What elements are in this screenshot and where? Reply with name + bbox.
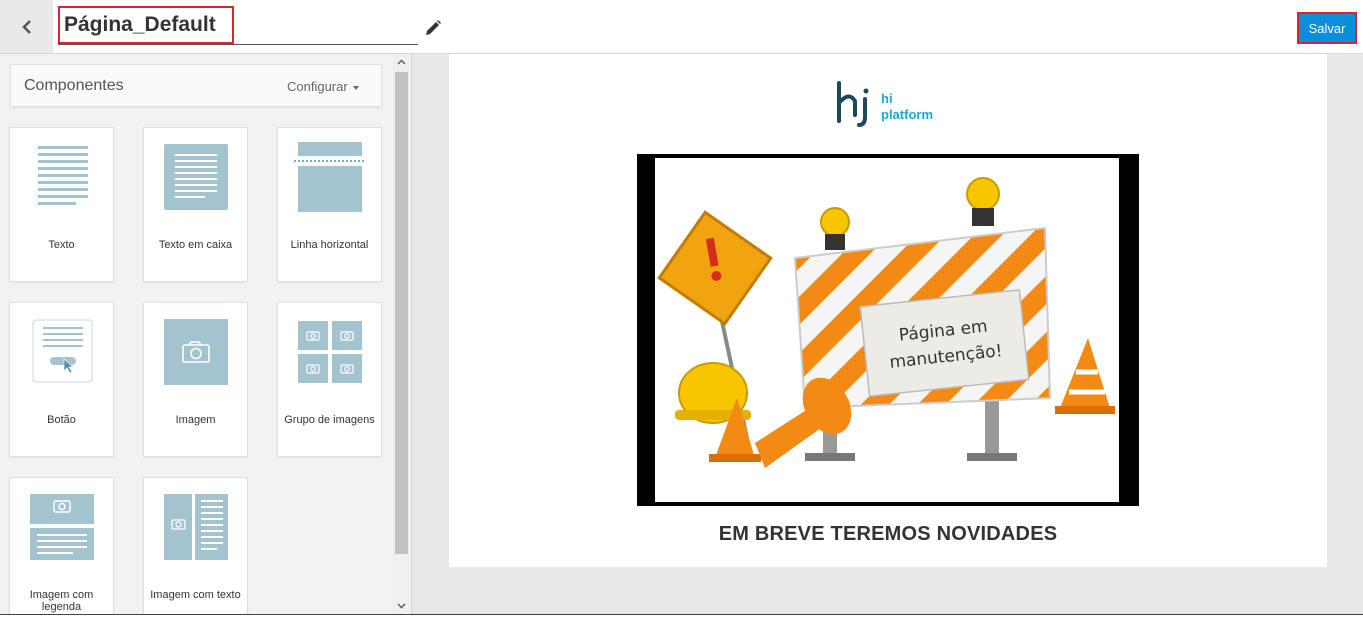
page-title-input[interactable] [58, 6, 234, 44]
text-block-icon [38, 146, 88, 205]
page-heading: EM BREVE TEREMOS NOVIDADES [718, 523, 1058, 545]
caret-down-icon [352, 85, 359, 90]
component-label: Grupo de imagens [284, 414, 375, 426]
component-card-imagem[interactable]: Imagem [143, 302, 248, 457]
image-group-icon [298, 321, 362, 383]
page-title-field [58, 6, 418, 45]
under-construction-illustration: Página em manutenção! [657, 177, 1115, 468]
pencil-icon[interactable] [424, 19, 442, 37]
configure-label: Configurar [287, 79, 348, 94]
components-panel-header: Componentes Configurar [10, 64, 382, 107]
boxed-text-icon [164, 144, 228, 210]
component-card-texto[interactable]: Texto [9, 127, 114, 282]
component-label: Botão [47, 414, 76, 426]
image-text-icon [164, 494, 228, 560]
horizontal-line-icon [294, 142, 366, 212]
component-label: Imagem [175, 414, 216, 426]
component-label: Texto em caixa [158, 239, 233, 251]
image-caption-icon [30, 494, 94, 560]
logo-text-hi: hi [881, 91, 893, 106]
component-label: Linha horizontal [290, 239, 369, 251]
component-label: Texto [48, 239, 75, 251]
component-card-linha-horizontal[interactable]: Linha horizontal [277, 127, 382, 282]
component-card-grupo-de-imagens[interactable]: Grupo de imagens [277, 302, 382, 457]
save-button[interactable]: Salvar [1297, 12, 1357, 44]
sidebar-scrollbar[interactable] [393, 54, 410, 614]
hi-platform-logo: hi platform [837, 81, 933, 127]
configure-dropdown[interactable]: Configurar [287, 79, 359, 94]
editor-canvas: hi platform Página em manutenção! EM BRE… [412, 54, 1363, 614]
scroll-up-icon[interactable] [397, 58, 406, 67]
bottom-border [0, 614, 1363, 620]
component-card-imagem-com-legenda[interactable]: Imagem com legenda [9, 477, 114, 614]
component-card-texto-em-caixa[interactable]: Texto em caixa [143, 127, 248, 282]
top-bar: Salvar [0, 0, 1363, 54]
component-label: Imagem com legenda [29, 589, 94, 613]
chevron-left-icon [21, 19, 31, 34]
maintenance-image[interactable]: Página em manutenção! [637, 154, 1139, 506]
logo-text-platform: platform [881, 107, 933, 122]
components-sidebar: Componentes Configurar Texto Texto em ca… [0, 54, 412, 614]
image-icon [164, 319, 228, 385]
component-label: Imagem com texto [150, 589, 241, 601]
page-preview[interactable]: hi platform Página em manutenção! EM BRE… [449, 54, 1327, 567]
scroll-down-icon[interactable] [397, 601, 406, 610]
scroll-thumb[interactable] [395, 72, 408, 554]
panel-title: Componentes [24, 77, 124, 94]
component-card-botao[interactable]: Botão [9, 302, 114, 457]
back-button[interactable] [0, 0, 53, 53]
button-icon [32, 319, 93, 383]
component-card-imagem-com-texto[interactable]: Imagem com texto [143, 477, 248, 614]
